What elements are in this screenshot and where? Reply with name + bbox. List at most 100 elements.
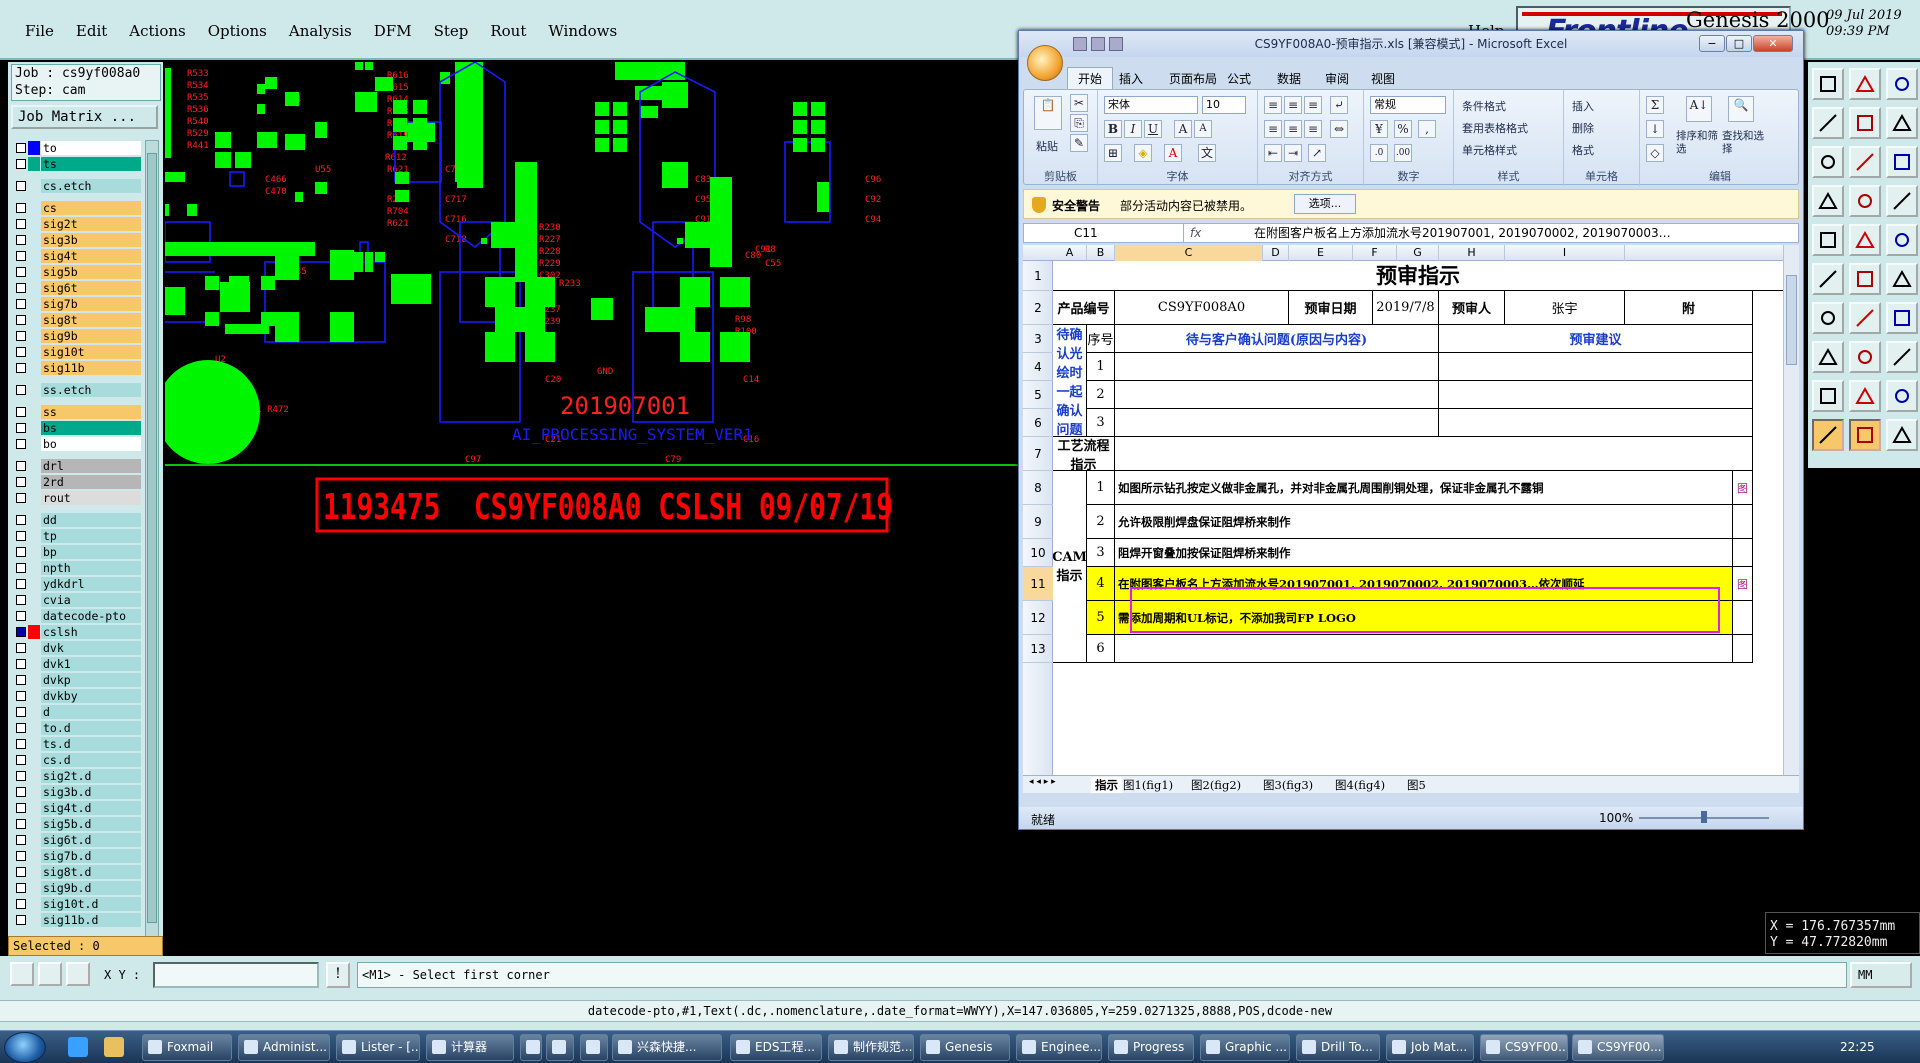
seq-number[interactable]: 3	[1087, 409, 1115, 437]
grow-font-icon[interactable]: A	[1174, 120, 1192, 138]
layer-color-swatch[interactable]	[28, 383, 40, 397]
ribbon-tab-0[interactable]: 开始	[1067, 67, 1114, 89]
layer-name[interactable]: sig9b	[41, 329, 141, 343]
sheet-tab[interactable]: 图3(fig3)	[1263, 777, 1313, 793]
seq-number[interactable]: 2	[1087, 381, 1115, 409]
layer-row[interactable]: ts.d	[11, 736, 141, 752]
layer-checkbox[interactable]	[16, 835, 26, 845]
attachment-label[interactable]: 附	[1625, 291, 1753, 325]
layer-color-swatch[interactable]	[28, 641, 40, 655]
layer-color-swatch[interactable]	[28, 881, 40, 895]
layer-name[interactable]: dvk1	[41, 657, 141, 671]
fill-color-icon[interactable]: ◈	[1134, 144, 1152, 162]
reviewer-name[interactable]: 张宇	[1505, 291, 1625, 325]
worksheet-grid[interactable]: ABCDEFGHI 1 2 3 4 5 6 7 8 9 10 11 12 13 预审指示 产品编号 CS9…	[1023, 245, 1783, 775]
layer-checkbox[interactable]	[16, 675, 26, 685]
layer-color-swatch[interactable]	[28, 179, 40, 193]
layer-name[interactable]: to	[41, 141, 141, 155]
layer-checkbox[interactable]	[16, 203, 26, 213]
layer-color-swatch[interactable]	[28, 593, 40, 607]
cam-label[interactable]: CAM指示	[1053, 471, 1087, 663]
minimize-button[interactable]: −	[1699, 35, 1725, 52]
measure-icon[interactable]	[38, 962, 62, 986]
layer-name[interactable]: to.d	[41, 721, 141, 735]
layer-color-swatch[interactable]	[28, 313, 40, 327]
taskbar-app[interactable]: CS9YF00...	[1480, 1034, 1568, 1061]
layer-row[interactable]: sig4t.d	[11, 800, 141, 816]
layer-checkbox[interactable]	[16, 267, 26, 277]
wrap-text-icon[interactable]: ⤶	[1330, 96, 1348, 114]
layer-color-swatch[interactable]	[28, 769, 40, 783]
product-label[interactable]: 产品编号	[1053, 291, 1115, 325]
layer-color-swatch[interactable]	[28, 421, 40, 435]
layer-row[interactable]: ts	[11, 156, 141, 172]
ribbon-tab-3[interactable]: 公式	[1227, 70, 1251, 87]
snap-icon[interactable]	[1886, 185, 1918, 217]
insert-cells-button[interactable]: 插入	[1572, 98, 1594, 114]
layer-row[interactable]: rout	[11, 490, 141, 506]
layer-row[interactable]: ss.etch	[11, 382, 141, 398]
increase-indent-icon[interactable]: ⇥	[1284, 144, 1302, 162]
break-icon[interactable]	[1812, 341, 1844, 373]
process-label[interactable]: 工艺流程指示	[1053, 437, 1115, 471]
taskbar-app[interactable]: 兴森快捷...	[612, 1034, 722, 1061]
layer-row[interactable]: to.d	[11, 720, 141, 736]
xy-input[interactable]	[153, 962, 319, 988]
layer-color-swatch[interactable]	[28, 201, 40, 215]
column-header[interactable]: H	[1439, 245, 1505, 261]
layer-row[interactable]: sig10t.d	[11, 896, 141, 912]
view-icon[interactable]	[1849, 107, 1881, 139]
layer-checkbox[interactable]	[16, 531, 26, 541]
layer-color-swatch[interactable]	[28, 833, 40, 847]
layer-checkbox[interactable]	[16, 611, 26, 621]
layer-row[interactable]: sig2t	[11, 216, 141, 232]
layer-name[interactable]: ss	[41, 405, 141, 419]
layer-row[interactable]: 2rd	[11, 474, 141, 490]
paste-label[interactable]: 粘贴	[1036, 138, 1058, 154]
taskbar-app[interactable]: Genesis	[920, 1034, 1010, 1061]
row-header[interactable]: 1	[1023, 261, 1053, 291]
column-header[interactable]: F	[1353, 245, 1397, 261]
layer-row[interactable]: sig3b.d	[11, 784, 141, 800]
layer-name[interactable]: sig5b.d	[41, 817, 141, 831]
review-date-label[interactable]: 预审日期	[1289, 291, 1373, 325]
ribbon-tab-5[interactable]: 审阅	[1325, 70, 1349, 87]
layer-color-swatch[interactable]	[28, 865, 40, 879]
layer-name[interactable]: ydkdrl	[41, 577, 141, 591]
layer-checkbox[interactable]	[16, 235, 26, 245]
layer-row[interactable]: sig11b.d	[11, 912, 141, 928]
layer-color-swatch[interactable]	[28, 297, 40, 311]
layer-row[interactable]: npth	[11, 560, 141, 576]
cam-item-text[interactable]: 需添加周期和UL标记，不添加我司FP LOGO	[1115, 601, 1733, 635]
layer-name[interactable]: sig11b.d	[41, 913, 141, 927]
sheet-tab[interactable]: 图1(fig1)	[1123, 777, 1173, 793]
layer-row[interactable]: datecode-pto	[11, 608, 141, 624]
row-header[interactable]: 11	[1023, 567, 1053, 601]
row-header[interactable]: 6	[1023, 409, 1053, 437]
layer-checkbox[interactable]	[16, 283, 26, 293]
taskbar-app[interactable]: 制作规范...	[828, 1034, 914, 1061]
font-size-box[interactable]: 10	[1202, 96, 1246, 114]
decrease-indent-icon[interactable]: ⇤	[1264, 144, 1282, 162]
fill-icon[interactable]: ↓	[1646, 120, 1664, 138]
taskbar-app[interactable]: EDS工程...	[730, 1034, 822, 1061]
column-header[interactable]: B	[1087, 245, 1115, 261]
layer-checkbox[interactable]	[16, 627, 26, 637]
layer-checkbox[interactable]	[16, 867, 26, 877]
menu-edit[interactable]: Edit	[65, 22, 118, 40]
layer-row[interactable]: dvkp	[11, 672, 141, 688]
menu-analysis[interactable]: Analysis	[278, 22, 363, 40]
layer-checkbox[interactable]	[16, 219, 26, 229]
cam-item-text[interactable]	[1115, 635, 1733, 663]
layer-color-swatch[interactable]	[28, 561, 40, 575]
excel-title-bar[interactable]: CS9YF008A0-预审指示.xls [兼容模式] - Microsoft E…	[1019, 31, 1803, 57]
layer-row[interactable]: sig3b	[11, 232, 141, 248]
align-right-icon[interactable]: ≡	[1304, 120, 1322, 138]
menu-step[interactable]: Step	[423, 22, 480, 40]
layer-row[interactable]: cvia	[11, 592, 141, 608]
taskbar-app[interactable]: Enginee...	[1016, 1034, 1102, 1061]
layer-name[interactable]: sig8t	[41, 313, 141, 327]
issue-cell[interactable]	[1115, 381, 1439, 409]
layer-row[interactable]: sig8t.d	[11, 864, 141, 880]
triangle-icon[interactable]	[1812, 380, 1844, 412]
